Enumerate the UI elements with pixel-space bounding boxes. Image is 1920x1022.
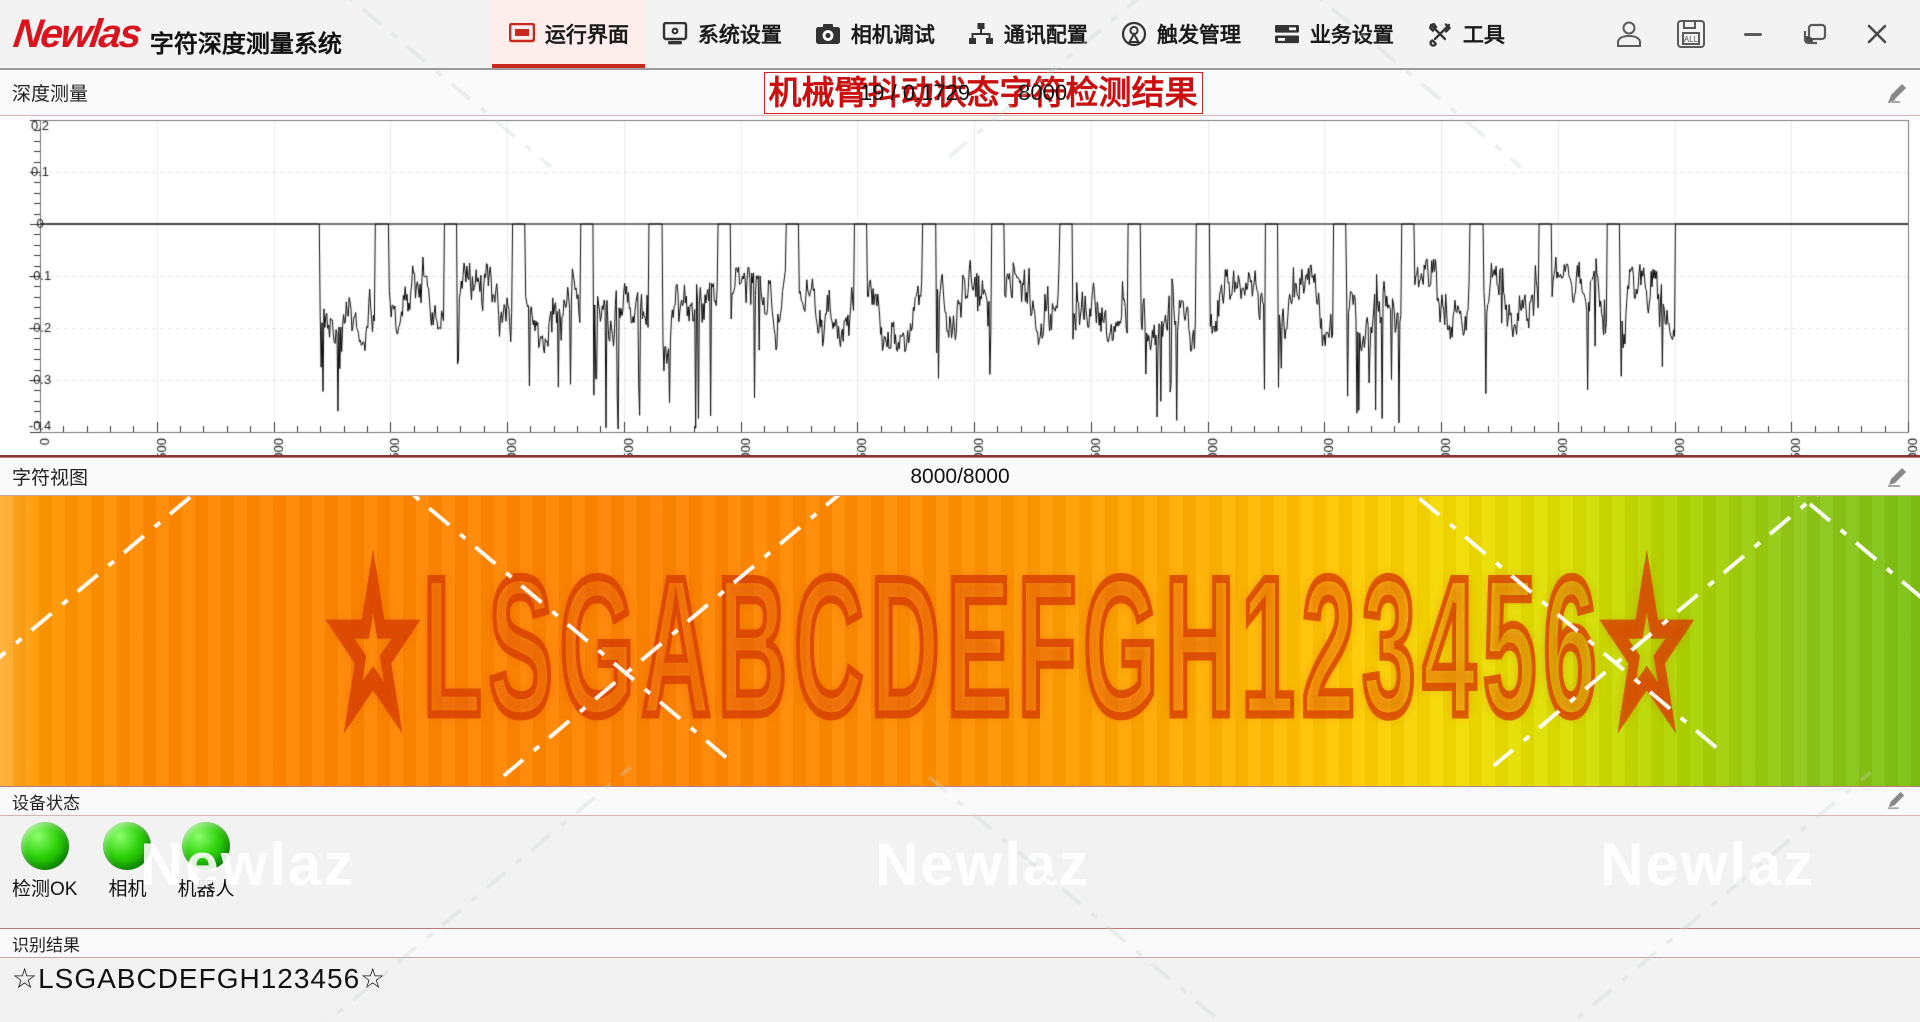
newlas-logo: Newlas (11, 14, 142, 54)
result-panel: ☆LSGABCDEFGH123456☆ (0, 958, 1920, 1022)
depth-section-header: 深度测量 19 / 0.1729 8000 机械臂抖动状态字符检测结果 (0, 70, 1920, 116)
tab-label: 运行界面 (545, 19, 629, 49)
network-icon (967, 20, 995, 48)
save-all-text: ALL (1684, 35, 1699, 44)
server-icon (1273, 20, 1301, 48)
depth-section-title: 深度测量 (12, 79, 88, 106)
restore-icon[interactable] (1798, 17, 1832, 51)
tab-label: 工具 (1463, 19, 1505, 49)
charview-section-header: 字符视图 8000/8000 (0, 457, 1920, 496)
tab-comm-config[interactable]: 通讯配置 (951, 0, 1104, 68)
tab-label: 业务设置 (1310, 19, 1394, 49)
monitor-icon (508, 20, 536, 48)
depth-chart[interactable] (0, 116, 1920, 455)
result-section-header: 识别结果 (0, 928, 1920, 958)
close-icon[interactable] (1860, 17, 1894, 51)
camera-icon (814, 20, 842, 48)
device-section-header: 设备状态 (0, 786, 1920, 816)
tab-label: 相机调试 (851, 19, 935, 49)
status-lamp-green (182, 822, 230, 870)
engraved-characters: ☆LSGABCDEFGH123456☆ (330, 532, 1697, 762)
charview-section-title: 字符视图 (12, 463, 88, 490)
status-lamp-green (103, 822, 151, 870)
minimize-icon[interactable] (1736, 17, 1770, 51)
character-heatmap-view[interactable]: ☆LSGABCDEFGH123456☆ (0, 496, 1920, 786)
brand: Newlas 字符深度测量系统 (0, 0, 342, 68)
indicator-camera: 相机 (103, 822, 151, 901)
indicator-label: 相机 (108, 874, 146, 901)
depth-total-value: 8000 (1018, 80, 1067, 106)
newlaz-watermark: Newlaz (140, 830, 355, 899)
watermark-dash-line (0, 496, 247, 747)
tab-system-settings[interactable]: 系统设置 (645, 0, 798, 68)
app-title: 字符深度测量系统 (150, 10, 342, 59)
system-settings-icon (661, 20, 689, 48)
edit-pencil-icon[interactable] (1886, 82, 1908, 104)
app-window: Newlas 字符深度测量系统 运行界面 系统设置 相机调试 (0, 0, 1920, 1022)
depth-chart-panel (0, 116, 1920, 457)
window-controls: ALL (1612, 0, 1920, 68)
watermark-dash-line (1763, 496, 1920, 712)
indicator-detect-ok: 检测OK (12, 822, 77, 901)
device-status-panel: 检测OK 相机 机器人 Newlaz Newlaz Newlaz (0, 816, 1920, 928)
indicator-robot: 机器人 (177, 822, 234, 901)
tab-label: 通讯配置 (1004, 19, 1088, 49)
tab-business-settings[interactable]: 业务设置 (1257, 0, 1410, 68)
tools-icon (1426, 20, 1454, 48)
trigger-icon (1120, 20, 1148, 48)
top-bar: Newlas 字符深度测量系统 运行界面 系统设置 相机调试 (0, 0, 1920, 70)
tab-label: 触发管理 (1157, 19, 1241, 49)
depth-values: 19 / 0.1729 8000 (860, 70, 1067, 115)
save-all-icon[interactable]: ALL (1674, 17, 1708, 51)
tab-camera-debug[interactable]: 相机调试 (798, 0, 951, 68)
tab-label: 系统设置 (698, 19, 782, 49)
tab-tools[interactable]: 工具 (1410, 0, 1521, 68)
recognition-result-text: ☆LSGABCDEFGH123456☆ (12, 962, 1908, 995)
edit-pencil-icon[interactable] (1886, 790, 1908, 812)
edit-pencil-icon[interactable] (1886, 466, 1908, 488)
main-nav: 运行界面 系统设置 相机调试 通讯配置 (492, 0, 1521, 68)
result-section-title: 识别结果 (12, 931, 80, 956)
user-icon[interactable] (1612, 17, 1646, 51)
charview-progress: 8000/8000 (0, 465, 1920, 489)
indicator-label: 检测OK (12, 874, 77, 901)
depth-count-value: 19 / 0.1729 (860, 80, 970, 106)
status-lamp-green (21, 822, 69, 870)
device-section-title: 设备状态 (12, 789, 80, 814)
tab-run-screen[interactable]: 运行界面 (492, 0, 645, 68)
indicator-label: 机器人 (177, 874, 234, 901)
newlaz-watermark: Newlaz (875, 830, 1090, 899)
tab-trigger-manage[interactable]: 触发管理 (1104, 0, 1257, 68)
newlaz-watermark: Newlaz (1600, 830, 1815, 899)
